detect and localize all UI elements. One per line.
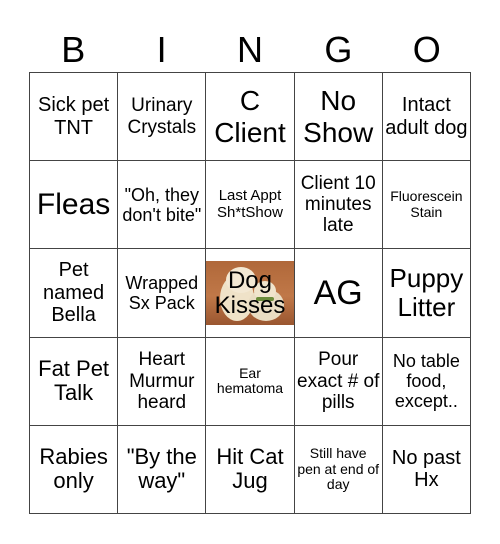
- bingo-cell[interactable]: "Oh, they don't bite": [118, 161, 207, 250]
- free-space-cell[interactable]: Dog Kisses: [206, 249, 295, 338]
- bingo-cell[interactable]: C Client: [206, 73, 295, 162]
- bingo-cell[interactable]: No Show: [294, 73, 383, 162]
- bingo-cell[interactable]: AG: [294, 249, 383, 338]
- bingo-cell[interactable]: Client 10 minutes late: [294, 161, 383, 250]
- bingo-cell[interactable]: Ear hematoma: [206, 337, 295, 426]
- header-letter-i: I: [156, 29, 167, 70]
- bingo-cell[interactable]: Puppy Litter: [382, 249, 471, 338]
- bingo-cell[interactable]: Fluorescein Stain: [382, 161, 471, 250]
- puppies-photo: Dog Kisses: [206, 260, 294, 325]
- bingo-board: Sick pet TNT Urinary Crystals C Client N…: [29, 72, 471, 514]
- bingo-cell[interactable]: Fleas: [30, 161, 119, 250]
- bingo-cell[interactable]: No table food, except..: [382, 337, 471, 426]
- header-letter-o: O: [412, 29, 441, 70]
- bingo-cell[interactable]: Still have pen at end of day: [294, 425, 383, 514]
- header-letter-n: N: [236, 29, 263, 70]
- bingo-cell[interactable]: No past Hx: [382, 425, 471, 514]
- bingo-cell[interactable]: Sick pet TNT: [30, 73, 119, 162]
- bingo-cell[interactable]: "By the way": [118, 425, 207, 514]
- bingo-cell[interactable]: Fat Pet Talk: [30, 337, 119, 426]
- bingo-cell[interactable]: Pour exact # of pills: [294, 337, 383, 426]
- header-letter-g: G: [324, 29, 353, 70]
- bingo-header: B I N G O: [29, 22, 471, 72]
- bingo-cell[interactable]: Urinary Crystals: [118, 73, 207, 162]
- bingo-cell[interactable]: Wrapped Sx Pack: [118, 249, 207, 338]
- bingo-cell[interactable]: Intact adult dog: [382, 73, 471, 162]
- bingo-cell[interactable]: Pet named Bella: [30, 249, 119, 338]
- bingo-cell[interactable]: Heart Murmur heard: [118, 337, 207, 426]
- bingo-cell[interactable]: Rabies only: [30, 425, 119, 514]
- bingo-cell[interactable]: Last Appt Sh*tShow: [206, 161, 295, 250]
- header-letter-b: B: [61, 29, 86, 70]
- free-space-label: Dog Kisses: [214, 266, 286, 319]
- bingo-cell[interactable]: Hit Cat Jug: [206, 425, 295, 514]
